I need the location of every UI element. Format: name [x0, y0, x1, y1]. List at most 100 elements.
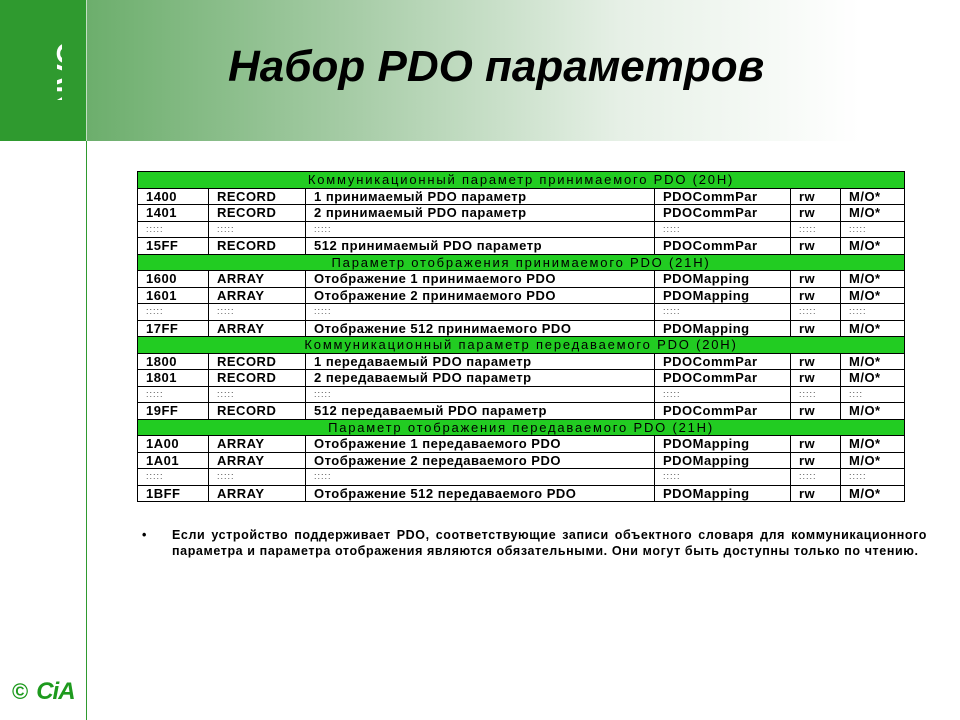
- cell-mandatory: M/O*: [839, 402, 906, 420]
- cell-access: rw: [790, 319, 841, 337]
- cell-data-type: :::::: [654, 220, 791, 238]
- cell-object-type: ARRAY: [208, 435, 306, 453]
- cell-name: 1 передаваемый PDO параметр: [305, 352, 655, 370]
- cell-index: 19FF: [137, 402, 209, 420]
- section-header: Параметр отображения принимаемого PDO (2…: [136, 253, 906, 271]
- cell-access: :::::: [790, 385, 841, 403]
- cell-mandatory: :::::: [839, 220, 906, 238]
- can-logo-icon: CAN: [50, 42, 62, 100]
- cell-index: 1BFF: [137, 484, 209, 502]
- cell-mandatory: M/O*: [839, 187, 906, 205]
- cell-mandatory: M/O*: [839, 369, 906, 387]
- section-header-row: Коммуникационный параметр передаваемого …: [136, 336, 906, 354]
- cell-object-type: RECORD: [208, 237, 306, 255]
- cell-mandatory: :::::: [839, 303, 906, 321]
- table-body: Коммуникационный параметр принимаемого P…: [136, 171, 906, 502]
- cell-index: :::::: [137, 220, 209, 238]
- cell-mandatory: M/O*: [839, 237, 906, 255]
- table-row: 1800 RECORD 1 передаваемый PDO параметр PDO…: [137, 352, 906, 370]
- cell-access: rw: [790, 204, 841, 222]
- table-row: 19FF RECORD 512 передаваемый PDO параметр P…: [137, 402, 906, 420]
- cell-data-type: PDOMapping: [654, 484, 791, 502]
- cell-access: rw: [790, 451, 841, 469]
- cell-data-type: :::::: [654, 468, 791, 486]
- cia-logo: CiA: [36, 678, 75, 705]
- cell-object-type: ARRAY: [208, 286, 306, 304]
- cell-object-type: ARRAY: [208, 270, 306, 288]
- cell-name: Отображение 512 передаваемого PDO: [305, 484, 655, 502]
- cell-mandatory: ::::: [839, 385, 906, 403]
- cell-data-type: PDOCommPar: [654, 402, 791, 420]
- cell-data-type: PDOCommPar: [654, 352, 791, 370]
- cell-name: 2 передаваемый PDO параметр: [305, 369, 655, 387]
- table-row: 1600 ARRAY Отображение 1 принимаемого PDO P…: [137, 270, 906, 288]
- cell-mandatory: M/O*: [839, 286, 906, 304]
- cell-index: 17FF: [137, 319, 209, 337]
- cell-data-type: PDOMapping: [654, 286, 791, 304]
- cell-index: 1801: [137, 369, 209, 387]
- cell-access: rw: [790, 402, 841, 420]
- cell-access: rw: [790, 484, 841, 502]
- can-logo-text: CAN: [50, 42, 62, 100]
- cell-index: :::::: [137, 385, 209, 403]
- cell-object-type: :::::: [208, 303, 306, 321]
- section-header: Коммуникационный параметр передаваемого …: [136, 336, 906, 354]
- cell-access: :::::: [790, 468, 841, 486]
- cell-index: :::::: [137, 468, 209, 486]
- cell-object-type: RECORD: [208, 369, 306, 387]
- table-row: 17FF ARRAY Отображение 512 принимаемого PD…: [137, 319, 906, 337]
- cell-access: rw: [790, 369, 841, 387]
- cell-name: Отображение 2 передаваемого PDO: [305, 451, 655, 469]
- cell-index: 1800: [137, 352, 209, 370]
- cell-name: Отображение 1 передаваемого PDO: [305, 435, 655, 453]
- cell-mandatory: M/O*: [839, 484, 906, 502]
- cell-name: 2 принимаемый PDO параметр: [305, 204, 655, 222]
- cell-index: 1A01: [137, 451, 209, 469]
- pdo-parameter-table-container: Коммуникационный параметр принимаемого P…: [136, 171, 906, 502]
- cell-index: 1600: [137, 270, 209, 288]
- cell-access: rw: [790, 352, 841, 370]
- cell-mandatory: M/O*: [839, 352, 906, 370]
- cell-mandatory: M/O*: [839, 270, 906, 288]
- cell-mandatory: M/O*: [839, 451, 906, 469]
- cell-index: 1401: [137, 204, 209, 222]
- cell-access: rw: [790, 270, 841, 288]
- cell-name: :::::: [305, 220, 655, 238]
- table-row: 1801 RECORD 2 передаваемый PDO параметр PDO…: [137, 369, 906, 387]
- cell-name: Отображение 512 принимаемого PDO: [305, 319, 655, 337]
- copyright-icon: ©: [12, 679, 29, 704]
- cell-access: rw: [790, 286, 841, 304]
- bullet-icon: •: [142, 528, 147, 542]
- cell-access: rw: [790, 187, 841, 205]
- cell-data-type: :::::: [654, 303, 791, 321]
- cell-name: :::::: [305, 303, 655, 321]
- cell-name: :::::: [305, 385, 655, 403]
- table-row: :::::::::::::::::::::::::::::: [137, 385, 906, 403]
- cell-mandatory: M/O*: [839, 319, 906, 337]
- cell-mandatory: :::::: [839, 468, 906, 486]
- footer: © CiA: [12, 678, 76, 706]
- cell-object-type: RECORD: [208, 352, 306, 370]
- cell-mandatory: M/O*: [839, 435, 906, 453]
- cell-access: rw: [790, 435, 841, 453]
- table-row: 1A00 ARRAY Отображение 1 передаваемого PDO…: [137, 435, 906, 453]
- section-header: Коммуникационный параметр принимаемого P…: [136, 171, 906, 189]
- cell-data-type: PDOCommPar: [654, 187, 791, 205]
- cell-index: :::::: [137, 303, 209, 321]
- cell-index: 1A00: [137, 435, 209, 453]
- note-text: Если устройство поддерживает PDO, соотве…: [172, 528, 927, 558]
- cell-name: 1 принимаемый PDO параметр: [305, 187, 655, 205]
- cell-object-type: :::::: [208, 468, 306, 486]
- cell-data-type: PDOCommPar: [654, 237, 791, 255]
- cell-object-type: ARRAY: [208, 484, 306, 502]
- cell-index: 1400: [137, 187, 209, 205]
- cell-access: rw: [790, 237, 841, 255]
- section-header-row: Коммуникационный параметр принимаемого P…: [136, 171, 906, 189]
- cell-object-type: RECORD: [208, 187, 306, 205]
- cell-object-type: ARRAY: [208, 319, 306, 337]
- cell-object-type: ARRAY: [208, 451, 306, 469]
- section-header-row: Параметр отображения передаваемого PDO (…: [136, 418, 906, 436]
- cell-index: 1601: [137, 286, 209, 304]
- table-row: ::::::::::::::::::::::::::::::: [137, 303, 906, 321]
- table-row: 1601 ARRAY Отображение 2 принимаемого PDO P…: [137, 286, 906, 304]
